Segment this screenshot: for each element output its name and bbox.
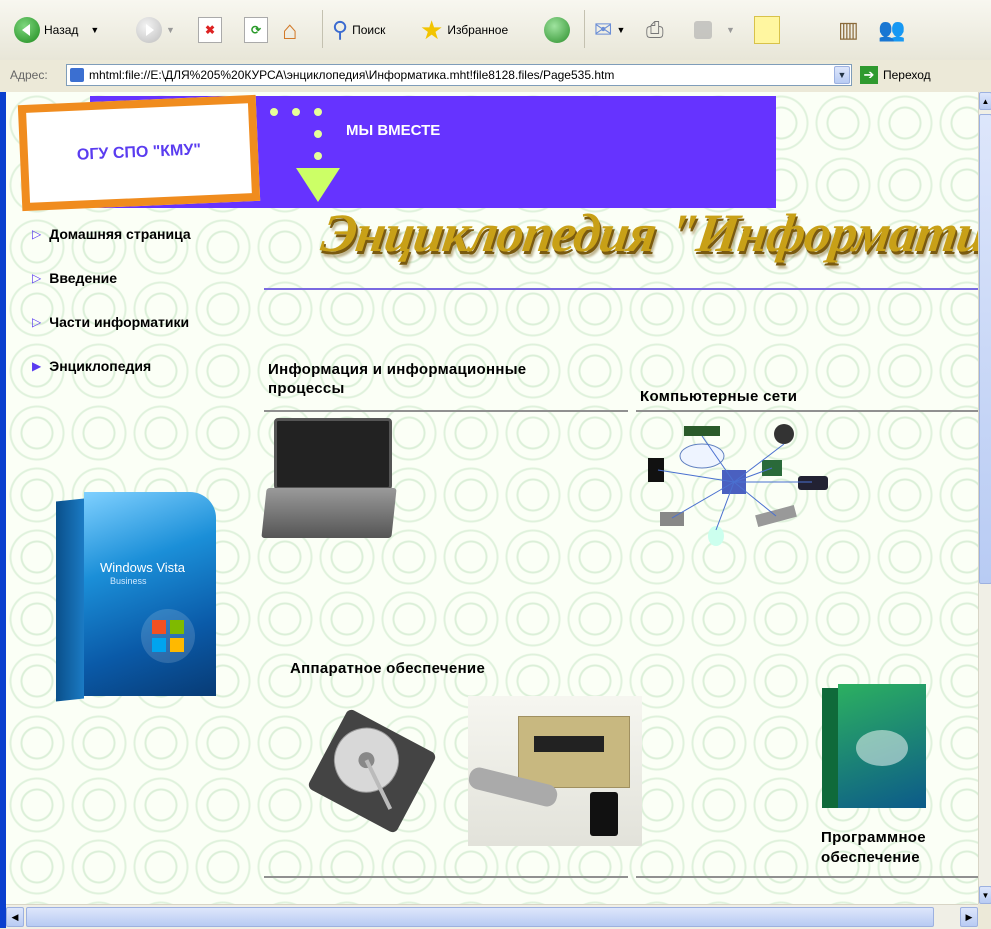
nav-item-label: Части информатики — [49, 314, 190, 330]
site-logo[interactable]: ОГУ СПО "КМУ" — [17, 94, 261, 212]
section-heading-text: Компьютерные сети — [640, 388, 798, 405]
printer-icon: ⎙ — [646, 17, 664, 42]
section-heading-networks[interactable]: Компьютерные сети — [640, 388, 797, 405]
triangle-outline-icon: ▷ — [32, 315, 42, 329]
triangle-outline-icon: ▷ — [32, 271, 42, 285]
edit-button[interactable]: ▼ — [694, 10, 735, 50]
note-icon — [754, 16, 780, 44]
banner-text: МЫ ВМЕСТЕ — [346, 122, 441, 139]
home-button[interactable]: ⌂ — [282, 10, 298, 50]
scrollbar-corner — [978, 904, 991, 928]
windows-logo-icon — [141, 609, 195, 663]
section-heading-text: Аппаратное обеспечение — [290, 660, 486, 677]
edit-icon — [694, 21, 712, 39]
section-heading-info[interactable]: Информация и информационные процессы — [268, 360, 588, 398]
triangle-filled-icon: ▶ — [32, 359, 42, 373]
research-icon: ▥ — [838, 17, 859, 42]
nav-item-home[interactable]: ▷ Домашняя страница — [32, 226, 191, 242]
stop-icon: ✖ — [198, 17, 222, 43]
research-button[interactable]: ▥ — [838, 10, 859, 50]
mail-icon: ✉ — [594, 17, 613, 42]
section-divider — [636, 876, 978, 878]
web-page: МЫ ВМЕСТЕ ОГУ СПО "КМУ" Энциклопедия "Ин… — [6, 92, 978, 904]
triangle-outline-icon: ▷ — [32, 227, 42, 241]
section-heading-software[interactable]: Программное обеспечение — [821, 828, 961, 868]
history-icon — [544, 17, 570, 43]
address-url: mhtml:file://E:\ДЛЯ%205%20КУРСА\энциклоп… — [89, 68, 615, 82]
vertical-scrollbar[interactable]: ▲ ▼ — [978, 92, 991, 904]
address-input[interactable]: mhtml:file://E:\ДЛЯ%205%20КУРСА\энциклоп… — [66, 64, 852, 86]
history-button[interactable] — [544, 10, 570, 50]
network-diagram-image[interactable] — [646, 418, 836, 550]
section-heading-hardware[interactable]: Аппаратное обеспечение — [290, 660, 485, 677]
back-button[interactable]: Назад ▼ — [14, 10, 99, 50]
back-arrow-icon — [14, 17, 40, 43]
edit-dropdown-icon[interactable]: ▼ — [726, 25, 735, 35]
stop-button[interactable]: ✖ — [198, 10, 222, 50]
messenger-icon: 👥 — [878, 17, 906, 42]
favorites-button[interactable]: ★ Избранное — [420, 10, 508, 50]
search-icon: ⚲ — [332, 17, 349, 42]
page-icon — [70, 68, 84, 82]
laptop-image[interactable] — [261, 418, 397, 542]
address-label: Адрес: — [10, 68, 48, 82]
page-title-text: Энциклопедия "Информатика" — [317, 203, 978, 263]
browser-toolbar: Назад ▼ ▼ ✖ ⟳ ⌂ ⚲ Поиск ★ Избранное ✉ ▼ … — [0, 0, 991, 61]
hard-drive-image[interactable] — [302, 706, 442, 836]
product-brand: Windows Vista — [100, 560, 186, 575]
favorites-label: Избранное — [447, 23, 509, 37]
section-heading-text: Информация и информационные процессы — [268, 361, 527, 397]
search-button[interactable]: ⚲ Поиск — [332, 10, 385, 50]
nav-item-label: Домашняя страница — [49, 226, 191, 242]
circuit-board-image[interactable] — [466, 696, 642, 846]
section-divider — [264, 410, 628, 412]
forward-button[interactable]: ▼ — [136, 10, 175, 50]
software-box-image[interactable] — [822, 684, 926, 810]
title-underline — [264, 288, 978, 290]
horizontal-scroll-thumb[interactable] — [26, 907, 934, 927]
scroll-right-button[interactable]: ▶ — [960, 907, 978, 927]
nav-item-label: Введение — [49, 270, 118, 286]
messenger-button[interactable]: 👥 — [878, 10, 905, 50]
refresh-button[interactable]: ⟳ — [244, 10, 268, 50]
go-arrow-icon: ➔ — [860, 66, 878, 84]
section-heading-text: Программное обеспечение — [821, 829, 926, 866]
mail-dropdown-icon[interactable]: ▼ — [616, 25, 625, 35]
forward-dropdown-icon[interactable]: ▼ — [166, 25, 175, 35]
forward-arrow-icon — [136, 17, 162, 43]
scroll-left-button[interactable]: ◀ — [6, 907, 24, 927]
star-icon: ★ — [420, 14, 444, 45]
horizontal-scrollbar[interactable]: ◀ ▶ — [6, 904, 978, 929]
mail-button[interactable]: ✉ ▼ — [594, 10, 625, 50]
address-bar: Адрес: mhtml:file://E:\ДЛЯ%205%20КУРСА\э… — [0, 60, 991, 93]
windows-vista-box-image: Windows Vista Business — [56, 492, 216, 702]
scroll-up-button[interactable]: ▲ — [979, 92, 991, 110]
nav-item-parts[interactable]: ▷ Части информатики — [32, 314, 189, 330]
nav-item-intro[interactable]: ▷ Введение — [32, 270, 117, 286]
scroll-thumb[interactable] — [979, 114, 991, 584]
product-edition: Business — [110, 576, 147, 586]
print-button[interactable]: ⎙ — [646, 10, 664, 50]
nav-item-label: Энциклопедия — [49, 358, 152, 374]
notes-button[interactable] — [754, 10, 780, 50]
dropdown-arrow-icon[interactable]: ▼ — [90, 25, 99, 35]
section-divider — [264, 876, 628, 878]
page-title: Энциклопедия "Информатика" — [318, 202, 978, 292]
go-label: Переход — [883, 68, 931, 82]
logo-text: ОГУ СПО "КМУ" — [76, 141, 202, 164]
home-icon: ⌂ — [282, 14, 298, 45]
go-button[interactable]: ➔ Переход — [860, 66, 931, 84]
scroll-down-button[interactable]: ▼ — [979, 886, 991, 904]
back-label: Назад — [44, 23, 79, 37]
nav-item-encyclopedia[interactable]: ▶ Энциклопедия — [32, 358, 151, 374]
section-divider — [636, 410, 978, 412]
refresh-icon: ⟳ — [244, 17, 268, 43]
address-dropdown-button[interactable]: ▼ — [834, 66, 850, 84]
search-label: Поиск — [352, 23, 386, 37]
